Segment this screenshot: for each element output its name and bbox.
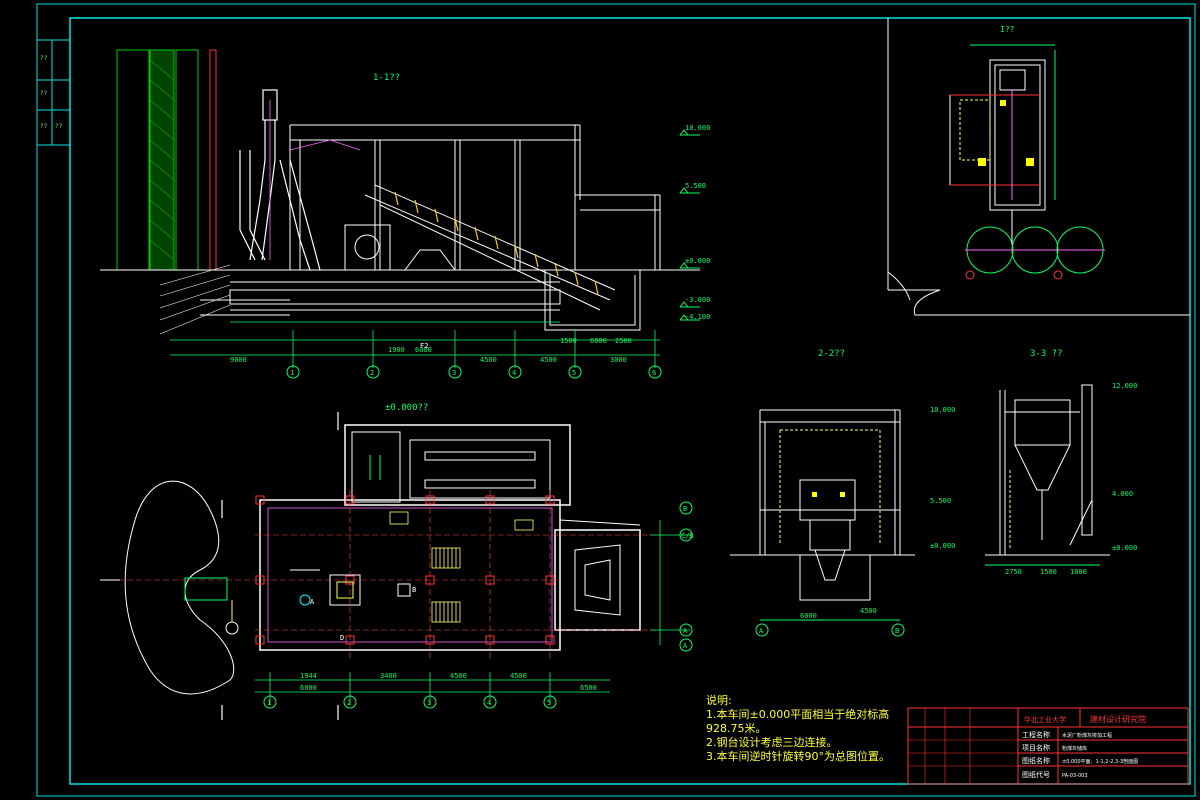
axis-label: A xyxy=(683,627,688,635)
title-block-value: PA-03-003 xyxy=(1062,773,1088,779)
axis-label: 6 xyxy=(652,369,656,377)
title-block-dept: 建材设计研究院 xyxy=(1090,714,1146,724)
dimension-label: 3400 xyxy=(380,672,397,680)
dimension-label: 1900 xyxy=(388,346,405,354)
dimension-label: 4500 xyxy=(860,607,877,615)
dimension-label: 1500 xyxy=(1040,568,1057,576)
title-block-value: 粉煤灰储库 xyxy=(1062,745,1087,752)
title-block-value: ±0.000平面、1-1,2-2,3-3剖面图 xyxy=(1062,758,1138,765)
title-block-value: 水泥厂粉煤灰掺加工程 xyxy=(1062,732,1112,739)
note-line: 3.本车间逆时针旋转90°为总图位置。 xyxy=(706,750,890,763)
dimension-label: 6000 xyxy=(300,684,317,692)
axis-label: 3 xyxy=(452,369,456,377)
detail-title: I?? xyxy=(1000,25,1015,34)
left-strip-label: ?? xyxy=(40,123,48,130)
plan-label: B xyxy=(412,586,416,594)
plan-label: A xyxy=(310,598,315,606)
axis-label: A xyxy=(759,627,764,635)
dimension-label: 4500 xyxy=(510,672,527,680)
elevation-label: ±0.000 xyxy=(1112,544,1137,552)
elevation-label: -4.100 xyxy=(685,313,710,321)
elevation-label: ±0.000 xyxy=(685,257,710,265)
dimension-label: 6000 xyxy=(590,337,607,345)
title-block-org: 华北工业大学 xyxy=(1024,715,1066,724)
cad-drawing-canvas: ?? ?? ?? ?? 1-1?? 10.000 5.500 ±0.000 -3… xyxy=(36,3,1196,797)
drawing-notes: 说明: 1.本车间±0.000平面相当于绝对标高 928.75米。 2.钢台设计… xyxy=(706,694,906,764)
dimension-label: 9000 xyxy=(230,356,247,364)
plan-label: D xyxy=(340,634,344,642)
elevation-label: 5.500 xyxy=(930,497,951,505)
note-line: 928.75米。 xyxy=(706,722,767,735)
section-2-2-view xyxy=(730,409,915,637)
inner-frame xyxy=(69,17,1191,785)
dimension-label: 1500 xyxy=(560,337,577,345)
axis-label: 5 xyxy=(572,369,576,377)
notes-title: 说明: xyxy=(706,694,732,707)
axis-label: 4 xyxy=(487,699,491,707)
title-block-row-label: 图纸名称 xyxy=(1022,756,1050,765)
elevation-label: 10.000 xyxy=(930,406,955,414)
axis-label: 2 xyxy=(347,699,351,707)
section-1-1-view xyxy=(100,49,700,379)
dimension-label: 6000 xyxy=(800,612,817,620)
axis-label: 1 xyxy=(290,369,294,377)
section-3-3-title: 3-3 ?? xyxy=(1030,349,1063,359)
dimension-label: 4500 xyxy=(480,356,497,364)
title-block-row-label: 工程名称 xyxy=(1022,730,1050,739)
dimension-label: 2500 xyxy=(615,337,632,345)
axis-label: B xyxy=(683,505,687,513)
detail-view xyxy=(887,18,1190,316)
left-strip-label: ?? xyxy=(55,123,63,130)
section-1-1-title: 1-1?? xyxy=(373,73,400,83)
dimension-label: 4500 xyxy=(450,672,467,680)
axis-label: C/B xyxy=(681,532,694,540)
dimension-label: 1944 xyxy=(300,672,317,680)
note-line: 2.钢台设计考虑三边连接。 xyxy=(706,736,838,749)
section-2-2-title: 2-2?? xyxy=(818,349,845,359)
elevation-label: 5.500 xyxy=(685,182,706,190)
plan-title: ±0.000?? xyxy=(385,403,428,413)
axis-label: 5 xyxy=(547,699,551,707)
axis-label: 3 xyxy=(427,699,431,707)
axis-label: 1 xyxy=(267,699,271,707)
dimension-label: 6500 xyxy=(580,684,597,692)
axis-label: A xyxy=(683,642,688,650)
left-strip-label: ?? xyxy=(40,90,48,97)
left-strip-label: ?? xyxy=(40,55,48,62)
note-line: 1.本车间±0.000平面相当于绝对标高 xyxy=(706,708,890,721)
plan-label: F2 xyxy=(420,342,428,350)
elevation-label: -3.000 xyxy=(685,296,710,304)
dimension-label: 2750 xyxy=(1005,568,1022,576)
axis-label: B xyxy=(895,627,899,635)
elevation-label: 10.000 xyxy=(685,124,710,132)
title-block-row-label: 项目名称 xyxy=(1022,743,1050,752)
axis-label: 4 xyxy=(512,369,516,377)
title-block-row-label: 图纸代号 xyxy=(1022,770,1050,779)
dimension-label: 1000 xyxy=(1070,568,1087,576)
dimension-label: 3000 xyxy=(610,356,627,364)
section-3-3-view xyxy=(985,384,1110,566)
elevation-label: ±0.000 xyxy=(930,542,955,550)
dimension-label: 4500 xyxy=(540,356,557,364)
elevation-label: 4.000 xyxy=(1112,490,1133,498)
axis-label: 2 xyxy=(370,369,374,377)
elevation-label: 12.000 xyxy=(1112,382,1137,390)
